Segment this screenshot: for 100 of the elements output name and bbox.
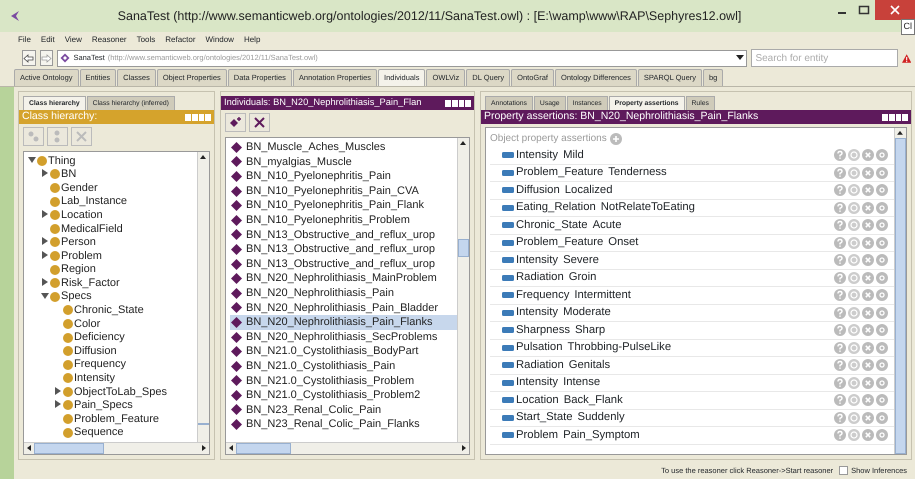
annotate-icon[interactable] — [848, 149, 860, 162]
help-icon[interactable] — [834, 149, 846, 162]
edit-icon[interactable] — [876, 429, 888, 442]
help-icon[interactable] — [834, 289, 846, 302]
help-icon[interactable] — [834, 376, 846, 389]
help-icon[interactable] — [834, 272, 846, 284]
menu-item[interactable]: Window — [202, 34, 240, 46]
help-icon[interactable] — [834, 394, 846, 406]
edit-icon[interactable] — [876, 272, 888, 284]
help-icon[interactable] — [834, 166, 846, 179]
scrollbar[interactable] — [24, 442, 209, 454]
collapse-arrow-icon[interactable] — [41, 292, 49, 300]
annotate-icon[interactable] — [848, 202, 860, 214]
delete-icon[interactable] — [862, 306, 874, 319]
view-controls-icon[interactable] — [882, 114, 908, 120]
delete-icon[interactable] — [862, 272, 874, 284]
expand-arrow-icon[interactable] — [41, 237, 49, 246]
list-item[interactable]: BN_N10_Pyelonephritis_Pain — [230, 169, 457, 184]
list-item[interactable]: BN_N21.0_Cystolithiasis_Problem2 — [230, 388, 457, 403]
help-icon[interactable] — [834, 412, 846, 424]
edit-icon[interactable] — [876, 236, 888, 249]
list-item[interactable]: BN_Muscle_Aches_Muscles — [230, 140, 457, 155]
annotate-icon[interactable] — [848, 272, 860, 284]
list-item[interactable]: BN_N20_Nephrolithiasis_MainProblem — [230, 271, 457, 286]
help-icon[interactable] — [834, 324, 846, 336]
list-item[interactable]: BN_N10_Pyelonephritis_Pain_CVA — [230, 184, 457, 198]
annotate-icon[interactable] — [848, 394, 860, 406]
edit-icon[interactable] — [876, 394, 888, 406]
back-button[interactable] — [22, 50, 36, 66]
annotate-icon[interactable] — [848, 289, 860, 302]
edit-icon[interactable] — [876, 202, 888, 214]
list-item[interactable]: BN_N21.0_Cystolithiasis_Problem — [230, 374, 457, 388]
add-icon[interactable] — [610, 132, 622, 144]
expand-arrow-icon[interactable] — [41, 250, 49, 259]
expand-arrow-icon[interactable] — [41, 210, 49, 218]
delete-icon[interactable] — [862, 219, 874, 232]
edit-icon[interactable] — [876, 184, 888, 196]
scroll-thumb[interactable] — [34, 443, 104, 454]
list-item[interactable]: BN_N23_Renal_Colic_Pain_Flanks — [230, 417, 457, 432]
menu-item[interactable]: Help — [240, 34, 266, 46]
help-icon[interactable] — [834, 306, 846, 319]
help-icon[interactable] — [834, 202, 846, 214]
annotate-icon[interactable] — [848, 306, 860, 319]
help-icon[interactable] — [834, 236, 846, 249]
expand-arrow-icon[interactable] — [41, 278, 49, 286]
list-item[interactable]: BN_N21.0_Cystolithiasis_Pain — [230, 358, 457, 374]
list-item[interactable]: BN_N23_Renal_Colic_Pain — [230, 402, 457, 418]
edit-icon[interactable] — [876, 254, 888, 266]
list-item[interactable]: BN_N13_Obstructive_and_reflux_urop — [230, 256, 457, 272]
delete-individual-button[interactable] — [249, 113, 270, 132]
edit-icon[interactable] — [876, 219, 888, 232]
list-item[interactable]: BN_N13_Obstructive_and_reflux_urop — [230, 228, 457, 242]
menu-item[interactable]: File — [14, 34, 37, 46]
list-item[interactable]: BN_N10_Pyelonephritis_Pain_Flank — [230, 198, 457, 213]
scroll-thumb[interactable] — [198, 423, 209, 425]
scrollbar[interactable] — [457, 138, 469, 442]
scrollbar[interactable] — [197, 152, 209, 442]
delete-icon[interactable] — [862, 376, 874, 389]
annotate-icon[interactable] — [848, 342, 860, 354]
edit-icon[interactable] — [876, 376, 888, 389]
delete-icon[interactable] — [862, 289, 874, 302]
delete-icon[interactable] — [862, 359, 874, 372]
list-item[interactable]: BN_N13_Obstructive_and_reflux_urop — [230, 242, 457, 257]
add-individual-button[interactable] — [225, 113, 246, 132]
edit-icon[interactable] — [876, 412, 888, 424]
menu-item[interactable]: Edit — [36, 34, 61, 46]
help-icon[interactable] — [834, 342, 846, 354]
collapse-arrow-icon[interactable] — [28, 156, 36, 164]
annotate-icon[interactable] — [848, 376, 860, 389]
list-item[interactable]: BN_N21.0_Cystolithiasis_BodyPart — [230, 344, 457, 359]
annotate-icon[interactable] — [848, 236, 860, 249]
help-icon[interactable] — [834, 359, 846, 372]
edit-icon[interactable] — [876, 342, 888, 354]
delete-icon[interactable] — [862, 166, 874, 179]
list-item[interactable]: BN_N10_Pyelonephritis_Problem — [230, 212, 457, 228]
delete-icon[interactable] — [862, 324, 874, 336]
close-icon[interactable] — [875, 0, 915, 20]
annotate-icon[interactable] — [848, 166, 860, 179]
annotate-icon[interactable] — [848, 254, 860, 266]
delete-icon[interactable] — [862, 412, 874, 424]
menu-item[interactable]: Refactor — [161, 34, 202, 46]
expand-arrow-icon[interactable] — [54, 400, 62, 408]
menu-item[interactable]: Tools — [132, 34, 162, 46]
delete-icon[interactable] — [862, 184, 874, 196]
annotate-icon[interactable] — [848, 219, 860, 232]
delete-icon[interactable] — [862, 149, 874, 162]
list-item[interactable]: BN_N20_Nephrolithiasis_Pain_Bladder — [230, 300, 457, 316]
search-field[interactable]: Search for entity — [751, 49, 898, 67]
menu-item[interactable]: Reasoner — [88, 34, 133, 46]
annotate-icon[interactable] — [848, 184, 860, 196]
edit-icon[interactable] — [876, 324, 888, 336]
delete-icon[interactable] — [862, 254, 874, 266]
help-icon[interactable] — [834, 429, 846, 442]
delete-icon[interactable] — [862, 429, 874, 442]
scrollbar[interactable] — [226, 442, 469, 454]
scroll-thumb[interactable] — [458, 239, 469, 258]
list-item[interactable]: BN_myalgias_Muscle — [230, 154, 457, 170]
edit-icon[interactable] — [876, 166, 888, 179]
delete-icon[interactable] — [862, 202, 874, 214]
delete-icon[interactable] — [862, 342, 874, 354]
